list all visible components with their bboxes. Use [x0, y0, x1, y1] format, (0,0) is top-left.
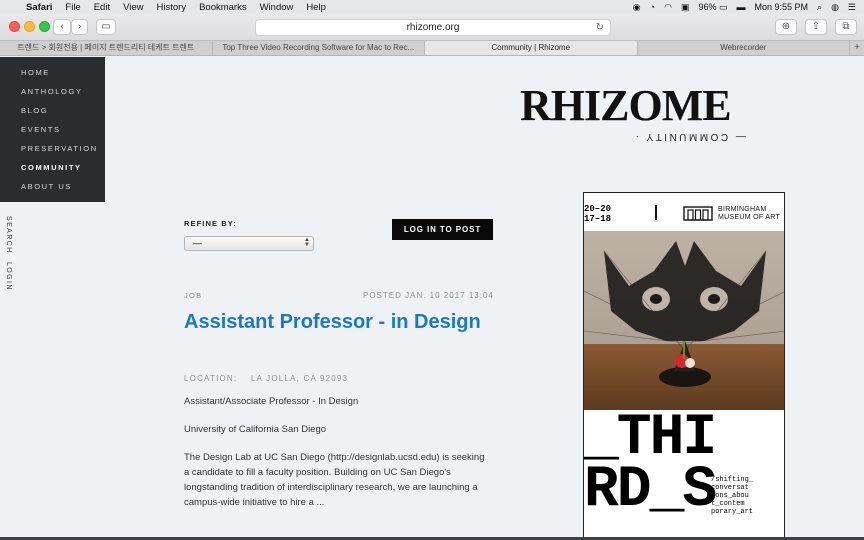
nav-item-preservation[interactable]: PRESERVATION — [0, 144, 105, 163]
menu-edit[interactable]: Edit — [94, 2, 110, 13]
siri-icon[interactable]: ◍ — [831, 2, 839, 13]
url-text: rhizome.org — [406, 22, 460, 33]
ad-small-text: /shifting_ conversat ions_abou t_contem … — [711, 476, 754, 516]
search-link[interactable]: SEARCH — [5, 216, 12, 254]
ad-museum-line-2: MUSEUM OF ART — [718, 214, 781, 221]
menu-window[interactable]: Window — [260, 2, 294, 13]
battery-percent: 96% — [698, 1, 717, 12]
notification-center-icon[interactable]: ☰ — [848, 2, 856, 13]
menu-help[interactable]: Help — [306, 2, 326, 13]
ad-artwork-photo — [584, 231, 784, 410]
menu-view[interactable]: View — [123, 2, 143, 13]
nav-item-home[interactable]: HOME — [0, 68, 105, 87]
battery-indicator[interactable]: 96% ▭ — [698, 2, 727, 13]
refine-select-value: — — [193, 238, 202, 248]
plus-icon: + — [854, 42, 860, 53]
post-description: The Design Lab at UC San Diego (http://d… — [184, 452, 485, 508]
ad-museum-line-1: BIRMINGHAM — [718, 206, 767, 213]
airplay-icon[interactable]: ◔ — [650, 2, 655, 12]
select-arrows-icon: ▲ ▼ — [304, 237, 310, 248]
menu-bookmarks[interactable]: Bookmarks — [199, 2, 247, 13]
reload-icon[interactable]: ↻ — [596, 20, 604, 35]
status-app-icon[interactable]: ◉ — [633, 2, 641, 13]
refine-select[interactable]: — ▲ ▼ — [184, 236, 314, 251]
tabs-icon: ⧉ — [842, 21, 850, 32]
post-date: POSTED JAN. 10 2017 13:04 — [363, 291, 494, 300]
location-value: LA JOLLA, CA 92093 — [251, 374, 349, 383]
post-institution: University of California San Diego — [184, 424, 327, 435]
ad-divider — [655, 205, 657, 220]
menubar-status-area: ◉ ◔ ◠ ▣ 96% ▭ ▬ Mon 9:55 PM ⌕ ◍ ☰ — [633, 0, 864, 14]
back-button[interactable]: ‹ — [53, 19, 71, 35]
community-text: COMMUNITY — [644, 131, 729, 142]
log-in-to-post-button[interactable]: LOG IN TO POST — [392, 219, 493, 240]
refine-label: REFINE BY: — [184, 219, 237, 228]
nav-item-about-us[interactable]: ABOUT US — [0, 182, 105, 201]
tab-bar: 트렌드 > 회원전용 | 페이지 트렌드리티 테케트 트렌트 Top Three… — [0, 41, 864, 56]
nav-item-blog[interactable]: BLOG — [0, 106, 105, 125]
tabs-overview-button[interactable]: ⧉ — [835, 19, 857, 35]
menu-app-name[interactable]: Safari — [26, 2, 52, 13]
spotlight-icon[interactable]: ⌕ — [817, 2, 822, 13]
nav-item-events[interactable]: EVENTS — [0, 125, 105, 144]
ad-big-line-2: RD_S — [584, 458, 717, 523]
ad-year-bottom: 17–18 — [584, 214, 612, 224]
minimize-window-icon[interactable] — [24, 21, 35, 32]
nav-item-anthology[interactable]: ANTHOLOGY — [0, 87, 105, 106]
nav-item-community[interactable]: COMMUNITY — [0, 163, 105, 182]
download-icon: ⊕ — [781, 21, 791, 32]
museum-building-icon — [683, 206, 713, 221]
rhizome-logo[interactable]: RHIZOME — [520, 84, 732, 128]
share-icon: ⇧ — [811, 21, 821, 32]
post-role: Assistant/Associate Professor - In Desig… — [184, 396, 359, 407]
display-icon[interactable]: ▣ — [681, 2, 690, 13]
browser-toolbar: ‹ › ▭ rhizome.org ↻ ⊕ ⇧ ⧉ — [0, 14, 864, 41]
ad-years: 20–20 17–18 — [584, 204, 611, 224]
birmingham-museum-ad[interactable]: 20–20 17–18 BIRMINGHAM MUSEUM OF ART _TH… — [583, 192, 785, 540]
close-window-icon[interactable] — [9, 21, 20, 32]
post-title[interactable]: Assistant Professor - in Design — [184, 310, 484, 334]
sidebar-button[interactable]: ▭ — [96, 19, 116, 35]
location-label: LOCATION: — [184, 374, 238, 383]
share-button[interactable]: ⇧ — [805, 19, 827, 35]
tab-webrecorder[interactable]: Webrecorder — [638, 41, 850, 55]
flag-icon[interactable]: ▬ — [736, 2, 745, 12]
login-link[interactable]: LOGIN — [5, 262, 12, 291]
post-category[interactable]: JOB — [184, 291, 203, 300]
clock[interactable]: Mon 9:55 PM — [754, 2, 808, 12]
chevron-right-icon: › — [77, 21, 82, 32]
wifi-icon[interactable]: ◠ — [664, 2, 672, 13]
menu-history[interactable]: History — [157, 2, 187, 13]
tab-rhizome-community[interactable]: Community | Rhizome — [425, 41, 638, 55]
tab-video-recording[interactable]: Top Three Video Recording Software for M… — [213, 41, 425, 55]
forward-button[interactable]: › — [71, 19, 88, 35]
ad-big-text: _THI RD_S — [584, 410, 717, 523]
site-nav: HOME ANTHOLOGY BLOG EVENTS PRESERVATION … — [0, 57, 105, 202]
community-label: — COMMUNITY · — [633, 131, 746, 142]
menubar: Safari File Edit View History Bookmarks … — [0, 0, 864, 14]
sidebar-icon: ▭ — [101, 21, 111, 32]
new-tab-button[interactable]: + — [850, 41, 864, 55]
fullscreen-window-icon[interactable] — [39, 21, 50, 32]
chevron-left-icon: ‹ — [60, 21, 64, 32]
ad-museum-name: BIRMINGHAM MUSEUM OF ART — [718, 206, 780, 222]
tab-korean-site[interactable]: 트렌드 > 회원전용 | 페이지 트렌드리티 테케트 트렌트 — [0, 41, 213, 55]
address-bar[interactable]: rhizome.org ↻ — [255, 19, 611, 36]
downloads-button[interactable]: ⊕ — [775, 19, 797, 35]
ad-year-top: 20–20 — [584, 204, 612, 214]
menu-file[interactable]: File — [65, 2, 80, 13]
